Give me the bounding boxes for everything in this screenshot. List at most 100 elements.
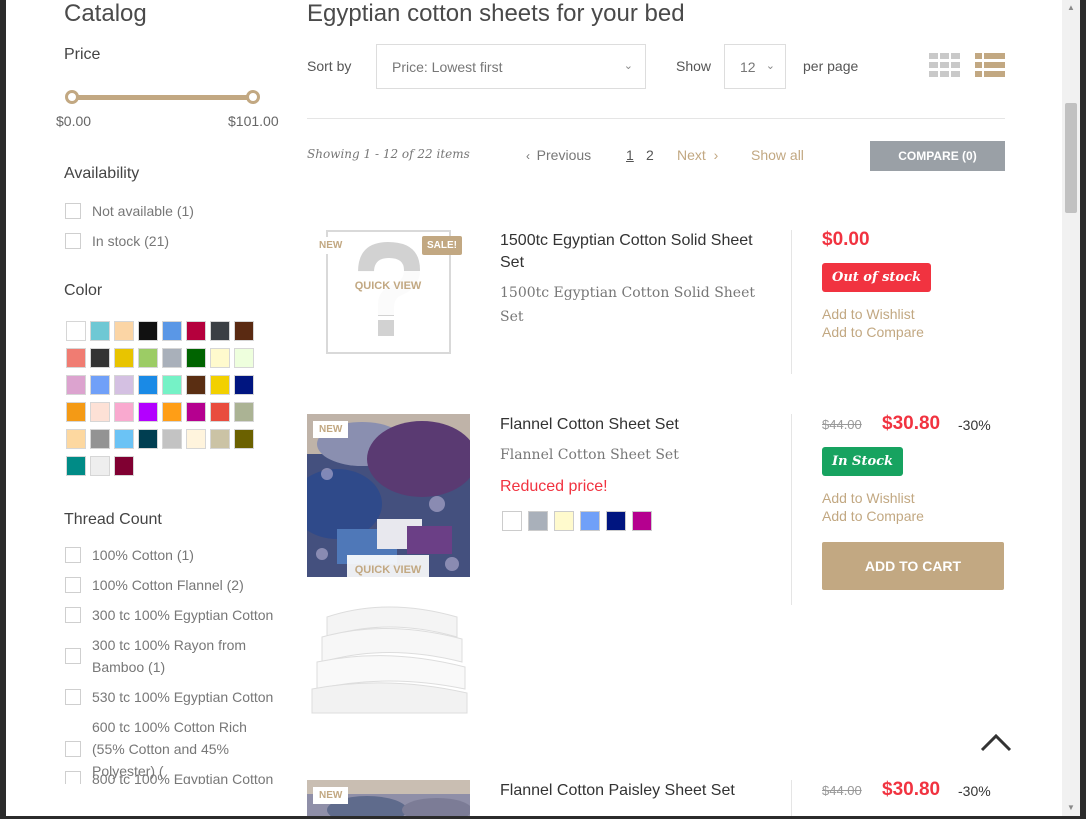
color-swatch[interactable]	[66, 456, 86, 476]
per-page-select[interactable]: 12 ⌄	[724, 44, 786, 89]
color-swatch[interactable]	[138, 348, 158, 368]
filter-label: In stock (21)	[92, 233, 170, 249]
color-swatch[interactable]	[90, 321, 110, 341]
product-color-swatch[interactable]	[502, 511, 522, 531]
color-swatch[interactable]	[162, 348, 182, 368]
filter-in-stock[interactable]: In stock (21)	[65, 230, 169, 252]
color-swatch[interactable]	[114, 456, 134, 476]
filter-thread-100-cotton-flannel[interactable]: 100% Cotton Flannel (2)	[65, 574, 244, 596]
vertical-scrollbar[interactable]: ▲ ▼	[1062, 0, 1080, 816]
checkbox[interactable]	[65, 648, 81, 664]
color-swatch[interactable]	[90, 402, 110, 422]
grid-view-icon[interactable]	[929, 53, 960, 77]
show-all-link[interactable]: Show all	[751, 147, 804, 163]
product-color-swatch[interactable]	[580, 511, 600, 531]
color-swatch[interactable]	[186, 402, 206, 422]
color-swatch[interactable]	[162, 402, 182, 422]
color-swatch[interactable]	[66, 321, 86, 341]
color-swatch[interactable]	[210, 348, 230, 368]
product-2-image[interactable]	[307, 414, 470, 577]
page-1-link[interactable]: 1	[626, 147, 634, 163]
product-1-name[interactable]: 1500tc Egyptian Cotton Solid Sheet Set	[500, 230, 760, 274]
previous-page-link[interactable]: ‹ Previous	[526, 147, 591, 163]
color-swatch[interactable]	[114, 348, 134, 368]
color-swatch[interactable]	[210, 321, 230, 341]
product-color-swatch[interactable]	[606, 511, 626, 531]
color-swatch[interactable]	[234, 375, 254, 395]
color-swatch[interactable]	[186, 321, 206, 341]
product-3-name[interactable]: Flannel Cotton Paisley Sheet Set	[500, 780, 780, 802]
product-color-swatch[interactable]	[528, 511, 548, 531]
page-2-link[interactable]: 2	[646, 147, 654, 163]
scroll-down-icon[interactable]: ▼	[1062, 800, 1080, 816]
color-swatch[interactable]	[66, 402, 86, 422]
color-swatch[interactable]	[234, 402, 254, 422]
checkbox[interactable]	[65, 741, 81, 757]
filter-thread-530-egyptian[interactable]: 530 tc 100% Egyptian Cotton	[65, 686, 273, 708]
back-to-top-icon[interactable]	[978, 730, 1014, 754]
quick-view-button[interactable]: QUICK VIEW	[347, 271, 429, 315]
product-color-swatch[interactable]	[632, 511, 652, 531]
color-swatch[interactable]	[162, 375, 182, 395]
add-to-cart-button[interactable]: ADD TO CART	[822, 542, 1004, 590]
add-to-wishlist-link[interactable]: Add to Wishlist	[822, 306, 915, 322]
add-to-compare-link[interactable]: Add to Compare	[822, 324, 924, 340]
divider	[791, 230, 792, 374]
filter-thread-300-rayon-bamboo[interactable]: 300 tc 100% Rayon from Bamboo (1)	[65, 634, 280, 678]
color-swatch[interactable]	[114, 321, 134, 341]
color-swatch[interactable]	[138, 429, 158, 449]
color-swatch[interactable]	[90, 429, 110, 449]
add-to-wishlist-link[interactable]: Add to Wishlist	[822, 490, 915, 506]
color-swatch[interactable]	[186, 429, 206, 449]
compare-button[interactable]: COMPARE (0)	[870, 141, 1005, 171]
color-swatch[interactable]	[162, 321, 182, 341]
color-swatch[interactable]	[114, 402, 134, 422]
color-swatch[interactable]	[210, 375, 230, 395]
filter-not-available[interactable]: Not available (1)	[65, 200, 194, 222]
color-swatch[interactable]	[162, 429, 182, 449]
color-swatch[interactable]	[66, 348, 86, 368]
price-slider-max-handle[interactable]	[246, 90, 260, 104]
checkbox[interactable]	[65, 203, 81, 219]
color-swatch[interactable]	[90, 375, 110, 395]
filter-thread-300-egyptian[interactable]: 300 tc 100% Egyptian Cotton	[65, 604, 273, 626]
quick-view-button[interactable]: QUICK VIEW	[347, 555, 429, 599]
per-page-label: per page	[803, 58, 859, 74]
color-swatch[interactable]	[210, 429, 230, 449]
color-swatch[interactable]	[66, 429, 86, 449]
color-swatch[interactable]	[186, 375, 206, 395]
checkbox[interactable]	[65, 577, 81, 593]
color-swatch[interactable]	[66, 375, 86, 395]
color-swatch[interactable]	[138, 402, 158, 422]
price-slider-track[interactable]	[72, 95, 254, 100]
color-swatch[interactable]	[138, 375, 158, 395]
product-2-name[interactable]: Flannel Cotton Sheet Set	[500, 414, 760, 436]
color-swatch[interactable]	[234, 348, 254, 368]
color-swatch[interactable]	[234, 429, 254, 449]
list-view-icon[interactable]	[975, 53, 1005, 77]
checkbox[interactable]	[65, 547, 81, 563]
previous-label: Previous	[536, 147, 592, 163]
price-slider-min-handle[interactable]	[65, 90, 79, 104]
color-swatch[interactable]	[186, 348, 206, 368]
color-swatch[interactable]	[210, 402, 230, 422]
filter-thread-800-egyptian[interactable]: 800 tc 100% Egyptian Cotton	[65, 768, 273, 784]
add-to-compare-link[interactable]: Add to Compare	[822, 508, 924, 524]
color-swatch[interactable]	[90, 456, 110, 476]
color-swatch[interactable]	[90, 348, 110, 368]
scrollbar-thumb[interactable]	[1065, 103, 1077, 213]
filter-thread-100-cotton[interactable]: 100% Cotton (1)	[65, 544, 194, 566]
next-page-link[interactable]: Next ›	[677, 147, 718, 163]
checkbox[interactable]	[65, 771, 81, 784]
sort-select[interactable]: Price: Lowest first ⌄	[376, 44, 646, 89]
color-swatch[interactable]	[138, 321, 158, 341]
old-price: $44.00	[822, 783, 862, 798]
scroll-up-icon[interactable]: ▲	[1062, 0, 1080, 16]
color-swatch[interactable]	[114, 375, 134, 395]
checkbox[interactable]	[65, 689, 81, 705]
checkbox[interactable]	[65, 607, 81, 623]
product-color-swatch[interactable]	[554, 511, 574, 531]
color-swatch[interactable]	[114, 429, 134, 449]
checkbox[interactable]	[65, 233, 81, 249]
color-swatch[interactable]	[234, 321, 254, 341]
